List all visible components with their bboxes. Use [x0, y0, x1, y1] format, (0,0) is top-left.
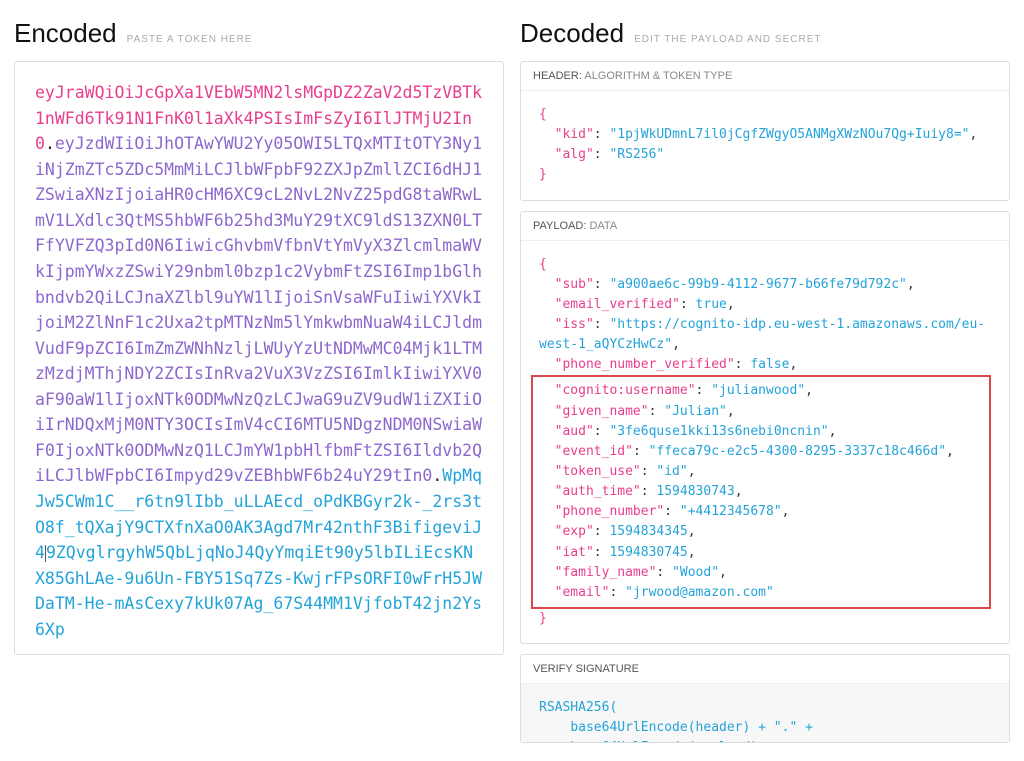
decoded-column: Decoded EDIT THE PAYLOAD AND SECRET HEAD…	[520, 8, 1010, 753]
verify-panel: VERIFY SIGNATURE RSASHA256( base64UrlEnc…	[520, 654, 1010, 743]
payload-panel-label-strong: PAYLOAD:	[533, 220, 586, 232]
verify-panel-label: VERIFY SIGNATURE	[521, 655, 1009, 684]
payload-panel-label: PAYLOAD: DATA	[521, 212, 1009, 241]
jwt-debugger-root: Encoded PASTE A TOKEN HERE eyJraWQiOiJcG…	[0, 0, 1024, 761]
encoded-heading: Encoded PASTE A TOKEN HERE	[14, 18, 504, 49]
payload-highlighted-claims: "cognito:username": "julianwood", "given…	[531, 375, 991, 609]
decoded-title: Decoded	[520, 18, 624, 49]
payload-panel: PAYLOAD: DATA { "sub": "a900ae6c-99b9-41…	[520, 211, 1010, 645]
encoded-panel: eyJraWQiOiJcGpXa1VEbW5MN2lsMGpDZ2ZaV2d5T…	[14, 61, 504, 655]
header-panel-label-strong: HEADER:	[533, 70, 582, 82]
token-dot-2: .	[432, 466, 442, 485]
verify-panel-label-strong: VERIFY SIGNATURE	[533, 663, 639, 675]
header-panel-label: HEADER: ALGORITHM & TOKEN TYPE	[521, 62, 1009, 91]
token-payload-segment: eyJzdWIiOiJhOTAwYWU2Yy05OWI5LTQxMTItOTY3…	[35, 134, 482, 485]
encoded-title: Encoded	[14, 18, 117, 49]
token-signature-segment-b: 9ZQvglrgyhW5QbLjqNoJ4QyYmqiEt90y5lbILiEc…	[35, 543, 482, 639]
payload-json-editor[interactable]: { "sub": "a900ae6c-99b9-4112-9677-b66fe7…	[521, 241, 1009, 644]
encoded-subtitle: PASTE A TOKEN HERE	[127, 34, 253, 45]
decoded-subtitle: EDIT THE PAYLOAD AND SECRET	[634, 34, 821, 45]
header-panel-label-rest: ALGORITHM & TOKEN TYPE	[582, 70, 732, 82]
verify-signature-content[interactable]: RSASHA256( base64UrlEncode(header) + "."…	[521, 684, 1009, 742]
payload-panel-label-rest: DATA	[586, 220, 617, 232]
decoded-heading: Decoded EDIT THE PAYLOAD AND SECRET	[520, 18, 1010, 49]
encoded-token-editor[interactable]: eyJraWQiOiJcGpXa1VEbW5MN2lsMGpDZ2ZaV2d5T…	[15, 62, 503, 654]
encoded-column: Encoded PASTE A TOKEN HERE eyJraWQiOiJcG…	[14, 8, 504, 753]
header-json-editor[interactable]: { "kid": "1pjWkUDmnL7il0jCgfZWgyO5ANMgXW…	[521, 91, 1009, 200]
header-panel: HEADER: ALGORITHM & TOKEN TYPE { "kid": …	[520, 61, 1010, 201]
token-dot-1: .	[45, 134, 55, 153]
